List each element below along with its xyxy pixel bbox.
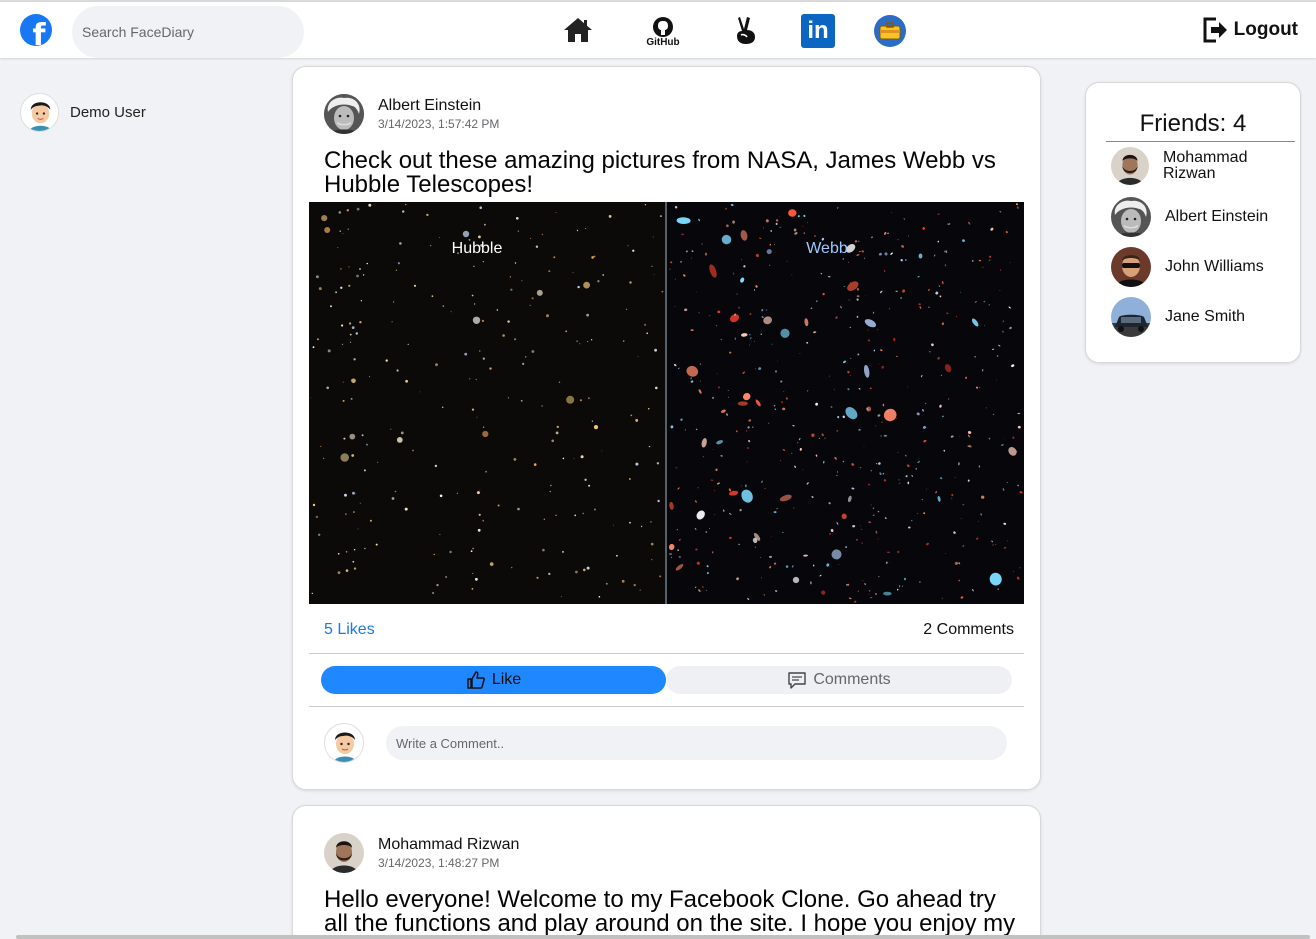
post-timestamp: 3/14/2023, 1:57:42 PM (378, 117, 500, 131)
user-avatar (20, 93, 59, 132)
angellist-icon[interactable] (728, 12, 764, 48)
webb-label: Webb (806, 240, 848, 257)
comment-composer (324, 723, 1009, 763)
friend-avatar (1111, 197, 1151, 237)
comment-input[interactable] (386, 726, 1007, 760)
post-text: Check out these amazing pictures from NA… (324, 147, 996, 198)
github-label: GitHub (646, 37, 680, 48)
post-header: Mohammad Rizwan 3/14/2023, 1:48:27 PM (324, 833, 519, 873)
friends-title: Friends: 4 (1086, 110, 1300, 138)
divider (309, 653, 1024, 654)
comments-label: Comments (813, 671, 891, 688)
like-label: Like (491, 671, 522, 688)
friend-item[interactable]: Jane Smith (1111, 297, 1245, 337)
post-image[interactable]: Hubble Webb (309, 202, 1024, 604)
post-stats: 5 Likes 2 Comments (324, 621, 1014, 639)
author-avatar[interactable] (324, 94, 364, 134)
comments-count[interactable]: 2 Comments (923, 621, 1014, 639)
friends-count: Friends: 4 (1139, 110, 1247, 137)
friend-item[interactable]: Mohammad Rizwan (1111, 147, 1263, 185)
post-card: Mohammad Rizwan 3/14/2023, 1:48:27 PM He… (292, 805, 1041, 939)
like-button[interactable]: Like (321, 666, 666, 694)
hubble-label: Hubble (452, 240, 503, 257)
commenter-avatar (324, 723, 364, 763)
friend-name: Jane Smith (1165, 308, 1246, 325)
friend-avatar (1111, 247, 1151, 287)
divider (1106, 141, 1295, 142)
portfolio-icon[interactable] (874, 15, 906, 47)
post-header: Albert Einstein 3/14/2023, 1:57:42 PM (324, 94, 499, 134)
friend-item[interactable]: John Williams (1111, 247, 1264, 287)
current-user-link[interactable]: Demo User (20, 93, 146, 132)
comment-icon (788, 672, 807, 689)
horizontal-scrollbar[interactable] (16, 935, 1310, 939)
post-timestamp: 3/14/2023, 1:48:27 PM (378, 856, 500, 870)
friend-item[interactable]: Albert Einstein (1111, 197, 1268, 237)
post-text: Hello everyone! Welcome to my Facebook C… (324, 886, 1016, 937)
friends-card: Friends: 4 Mohammad Rizwan Albert Einste… (1085, 82, 1301, 363)
facebook-logo-icon[interactable]: f (20, 14, 52, 46)
post-author[interactable]: Mohammad Rizwan (378, 836, 519, 854)
current-user-name: Demo User (70, 104, 146, 121)
likes-count[interactable]: 5 Likes (324, 621, 375, 639)
post-card: Albert Einstein 3/14/2023, 1:57:42 PM Ch… (292, 66, 1041, 790)
linkedin-icon[interactable]: in (801, 14, 835, 48)
friend-avatar (1111, 297, 1151, 337)
logout-button[interactable]: Logout (1202, 16, 1298, 44)
logout-icon (1203, 17, 1227, 43)
thumbs-up-icon (467, 671, 485, 689)
friend-name: Albert Einstein (1165, 208, 1269, 225)
comments-button[interactable]: Comments (666, 666, 1012, 694)
logout-label: Logout (1233, 19, 1298, 40)
friend-name: John Williams (1165, 258, 1264, 275)
friend-avatar (1111, 147, 1149, 185)
author-avatar[interactable] (324, 833, 364, 873)
friend-name: Mohammad Rizwan (1163, 149, 1248, 182)
search-input[interactable] (72, 6, 304, 58)
home-icon[interactable] (560, 12, 596, 48)
post-author[interactable]: Albert Einstein (378, 97, 499, 115)
top-navbar: f GitHub in Logout (0, 0, 1316, 58)
divider (309, 706, 1024, 707)
github-icon[interactable]: GitHub (644, 12, 682, 52)
